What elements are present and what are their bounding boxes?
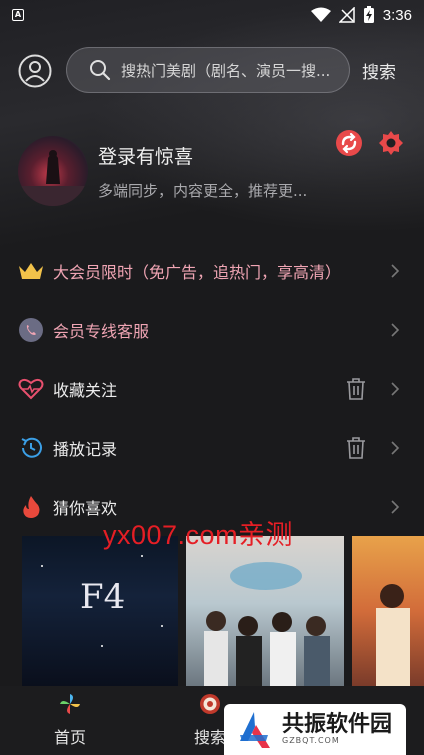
menu-label-service: 会员专线客服: [53, 322, 150, 341]
brand-watermark: 共振软件园 GZBQT.COM: [224, 704, 406, 755]
menu-label-vip: 大会员限时（免广告，追热门，享高清）: [53, 263, 342, 282]
pinwheel-icon: [60, 694, 80, 714]
chevron-right-icon: [391, 264, 400, 278]
menu-label-history: 播放记录: [53, 440, 118, 459]
avatar-figure-icon: [18, 150, 88, 206]
brand-logo-icon: [240, 711, 270, 748]
chevron-right-icon: [391, 500, 400, 514]
status-time: 3:36: [382, 6, 412, 24]
target-icon: [200, 694, 220, 714]
menu-item-service[interactable]: 会员专线客服: [0, 301, 424, 359]
brand-domain: GZBQT.COM: [282, 736, 340, 745]
poster-art-f4: F4: [41, 555, 163, 647]
brand-name: 共振软件园: [282, 712, 393, 737]
profile-button[interactable]: [18, 54, 52, 88]
crown-icon: [18, 258, 44, 284]
settings-button[interactable]: [378, 130, 404, 156]
battery-charging-icon: [363, 6, 374, 23]
menu-label-favorites: 收藏关注: [53, 381, 118, 400]
heart-pulse-icon: [18, 376, 44, 402]
watermark-text: yx007.com亲测: [103, 520, 294, 550]
chevron-right-icon: [391, 382, 400, 396]
user-icon: [18, 54, 52, 88]
nav-home-label: 首页: [53, 728, 86, 747]
sync-icon: [341, 132, 357, 154]
history-clock-icon: [18, 435, 44, 461]
search-input[interactable]: 搜热门美剧（剧名、演员一搜...: [66, 47, 350, 93]
login-title[interactable]: 登录有惊喜: [98, 142, 193, 169]
search-placeholder: 搜热门美剧（剧名、演员一搜...: [121, 61, 331, 80]
app-notification-icon: A: [12, 9, 24, 21]
menu-item-history[interactable]: 播放记录: [0, 419, 424, 477]
poster-card[interactable]: [186, 536, 344, 686]
recommend-posters: F4: [22, 536, 424, 686]
trash-icon[interactable]: [345, 377, 367, 401]
menu-item-favorites[interactable]: 收藏关注: [0, 360, 424, 418]
poster-art-group: [204, 562, 330, 686]
poster-title: F4: [80, 577, 125, 617]
phone-icon: [18, 317, 44, 343]
status-icons: 3:36: [310, 6, 412, 24]
poster-card[interactable]: F4: [22, 536, 178, 686]
signal-off-icon: [338, 7, 355, 23]
poster-card[interactable]: [352, 536, 424, 686]
top-header: 搜热门美剧（剧名、演员一搜... 搜索: [0, 46, 424, 96]
login-subtitle: 多端同步，内容更全，推荐更...: [98, 182, 308, 200]
sync-button[interactable]: [336, 130, 362, 156]
avatar[interactable]: [18, 136, 88, 206]
menu-item-vip[interactable]: 大会员限时（免广告，追热门，享高清）: [0, 242, 424, 300]
gear-icon: [379, 131, 403, 155]
chevron-right-icon: [391, 323, 400, 337]
trash-icon[interactable]: [345, 436, 367, 460]
poster-art-orange: [376, 584, 410, 686]
chevron-right-icon: [391, 441, 400, 455]
search-icon: [90, 60, 111, 81]
nav-home[interactable]: 首页: [30, 686, 110, 755]
wifi-icon: [310, 7, 331, 22]
flame-icon: [18, 494, 44, 520]
search-button[interactable]: 搜索: [362, 58, 396, 83]
status-bar: A 3:36: [0, 0, 424, 30]
